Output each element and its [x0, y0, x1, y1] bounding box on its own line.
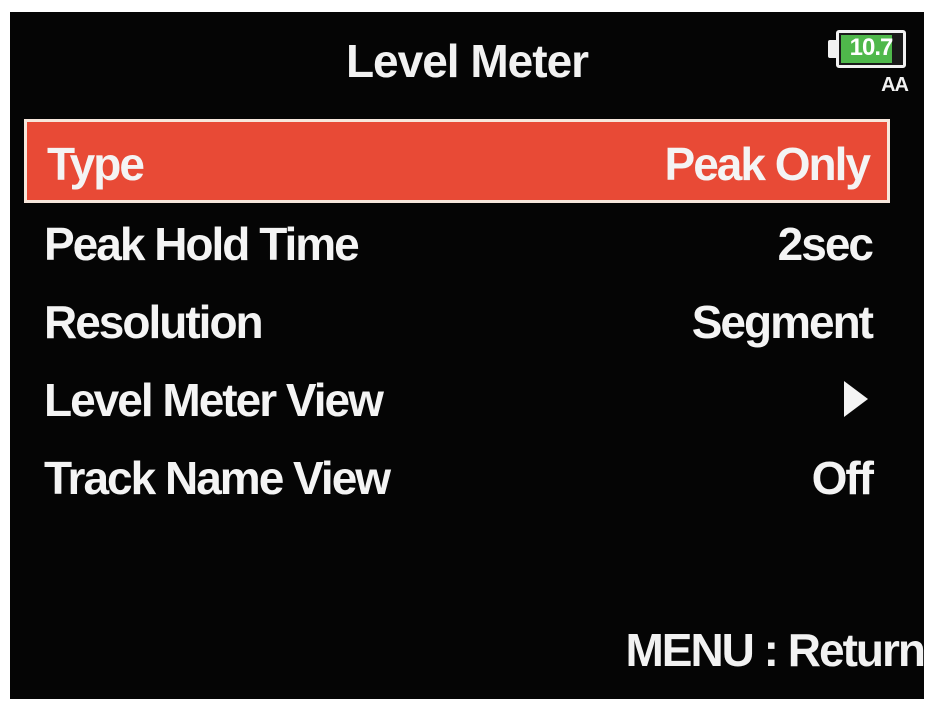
menu-item-label: Peak Hold Time [44, 218, 360, 270]
chevron-right-icon [844, 381, 868, 417]
menu-item-peak-hold-time[interactable]: Peak Hold Time 2sec [24, 203, 890, 281]
menu-item-type[interactable]: Type Peak Only [24, 119, 890, 203]
menu-item-value: Segment [691, 296, 874, 348]
menu-item-label: Level Meter View [44, 374, 384, 426]
device-screen: Level Meter 10.7 AA Type Peak Only Peak … [10, 12, 924, 699]
battery-voltage: 10.7 [849, 34, 894, 61]
battery-icon: 10.7 [836, 30, 906, 68]
menu-item-label: Resolution [44, 296, 264, 348]
settings-menu: Type Peak Only Peak Hold Time 2sec Resol… [24, 119, 890, 515]
footer-hint: MENU : Return [625, 624, 924, 676]
menu-item-label: Track Name View [44, 452, 391, 504]
menu-item-value: Off [811, 452, 874, 504]
menu-item-track-name-view[interactable]: Track Name View Off [24, 437, 890, 515]
menu-item-value: 2sec [777, 218, 874, 270]
battery-type: AA [881, 74, 909, 96]
battery-indicator: 10.7 AA [828, 30, 912, 108]
battery-nub [828, 40, 836, 58]
menu-item-label: Type [47, 138, 145, 190]
page-title: Level Meter [345, 35, 589, 87]
menu-item-value: Peak Only [664, 138, 871, 190]
menu-item-level-meter-view[interactable]: Level Meter View [24, 359, 890, 437]
menu-item-resolution[interactable]: Resolution Segment [24, 281, 890, 359]
